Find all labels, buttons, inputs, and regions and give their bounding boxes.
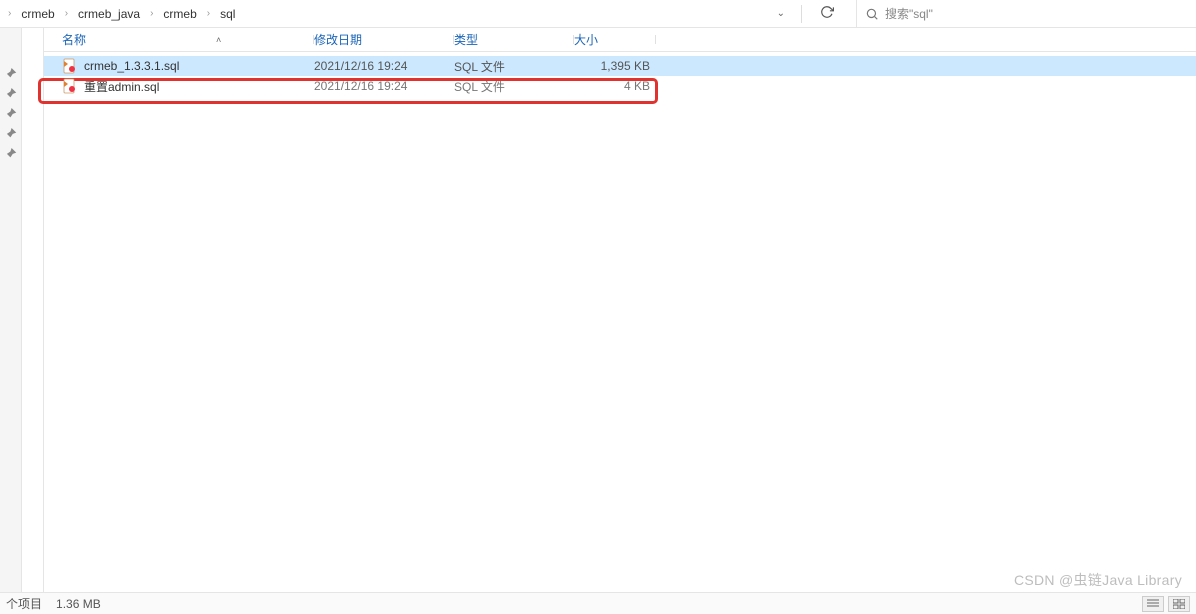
column-header-label: 名称 xyxy=(62,31,86,48)
view-details-button[interactable] xyxy=(1142,596,1164,612)
file-date: 2021/12/16 19:24 xyxy=(314,79,454,93)
details-view-icon xyxy=(1147,599,1159,609)
body: 名称 ˄ 修改日期 类型 大小 xyxy=(0,28,1196,592)
file-row[interactable]: crmeb_1.3.3.1.sql 2021/12/16 19:24 SQL 文… xyxy=(44,56,1196,76)
breadcrumb: › crmeb › crmeb_java › crmeb › sql xyxy=(6,5,769,23)
history-dropdown-button[interactable]: ⌄ xyxy=(769,4,793,23)
file-name: crmeb_1.3.3.1.sql xyxy=(84,59,179,73)
view-thumbnails-button[interactable] xyxy=(1168,596,1190,612)
divider xyxy=(801,5,802,23)
column-header-type[interactable]: 类型 xyxy=(454,31,574,48)
file-rows: crmeb_1.3.3.1.sql 2021/12/16 19:24 SQL 文… xyxy=(44,52,1196,96)
breadcrumb-item[interactable]: sql xyxy=(214,5,241,23)
column-header-date[interactable]: 修改日期 xyxy=(314,31,454,48)
search-input[interactable] xyxy=(885,7,1188,21)
nav-pane-collapsed[interactable] xyxy=(22,28,44,592)
sort-indicator-icon: ˄ xyxy=(216,35,221,45)
search-icon xyxy=(865,7,879,21)
chevron-right-icon: › xyxy=(63,8,70,19)
status-bar: 个项目 1.36 MB xyxy=(0,592,1196,614)
status-selection-size: 1.36 MB xyxy=(56,597,101,611)
column-header-label: 类型 xyxy=(454,33,478,47)
address-bar: › crmeb › crmeb_java › crmeb › sql ⌄ xyxy=(0,0,1196,28)
column-headers: 名称 ˄ 修改日期 类型 大小 xyxy=(44,28,1196,52)
chevron-right-icon: › xyxy=(205,8,212,19)
column-header-size[interactable]: 大小 xyxy=(574,31,656,48)
pin-icon[interactable] xyxy=(4,108,18,122)
breadcrumb-item[interactable]: crmeb_java xyxy=(72,5,146,23)
pin-icon[interactable] xyxy=(4,88,18,102)
refresh-icon xyxy=(820,5,834,19)
quick-access-strip xyxy=(0,28,22,592)
pin-icon[interactable] xyxy=(4,128,18,142)
refresh-button[interactable] xyxy=(810,1,844,26)
column-resize-handle[interactable] xyxy=(655,35,656,44)
pin-icon[interactable] xyxy=(4,68,18,82)
search-box[interactable] xyxy=(856,0,1196,27)
file-type: SQL 文件 xyxy=(454,58,574,75)
address-controls: ⌄ xyxy=(769,1,850,26)
breadcrumb-area: › crmeb › crmeb_java › crmeb › sql ⌄ xyxy=(0,0,856,27)
file-name: 重置admin.sql xyxy=(84,78,159,95)
breadcrumb-item[interactable]: crmeb xyxy=(157,5,202,23)
column-header-label: 修改日期 xyxy=(314,33,362,47)
sql-file-icon xyxy=(62,58,78,74)
file-size: 4 KB xyxy=(574,79,656,93)
chevron-right-icon: › xyxy=(148,8,155,19)
sql-file-icon xyxy=(62,78,78,94)
breadcrumb-item[interactable]: crmeb xyxy=(15,5,60,23)
status-items-count: 个项目 xyxy=(6,595,42,612)
pin-icon[interactable] xyxy=(4,148,18,162)
thumbnails-view-icon xyxy=(1173,599,1185,609)
chevron-right-icon: › xyxy=(6,8,13,19)
file-size: 1,395 KB xyxy=(574,59,656,73)
column-header-name[interactable]: 名称 ˄ xyxy=(62,31,314,48)
file-type: SQL 文件 xyxy=(454,78,574,95)
file-date: 2021/12/16 19:24 xyxy=(314,59,454,73)
file-row[interactable]: 重置admin.sql 2021/12/16 19:24 SQL 文件 4 KB xyxy=(44,76,1196,96)
file-list: 名称 ˄ 修改日期 类型 大小 xyxy=(44,28,1196,592)
column-header-label: 大小 xyxy=(574,33,598,47)
